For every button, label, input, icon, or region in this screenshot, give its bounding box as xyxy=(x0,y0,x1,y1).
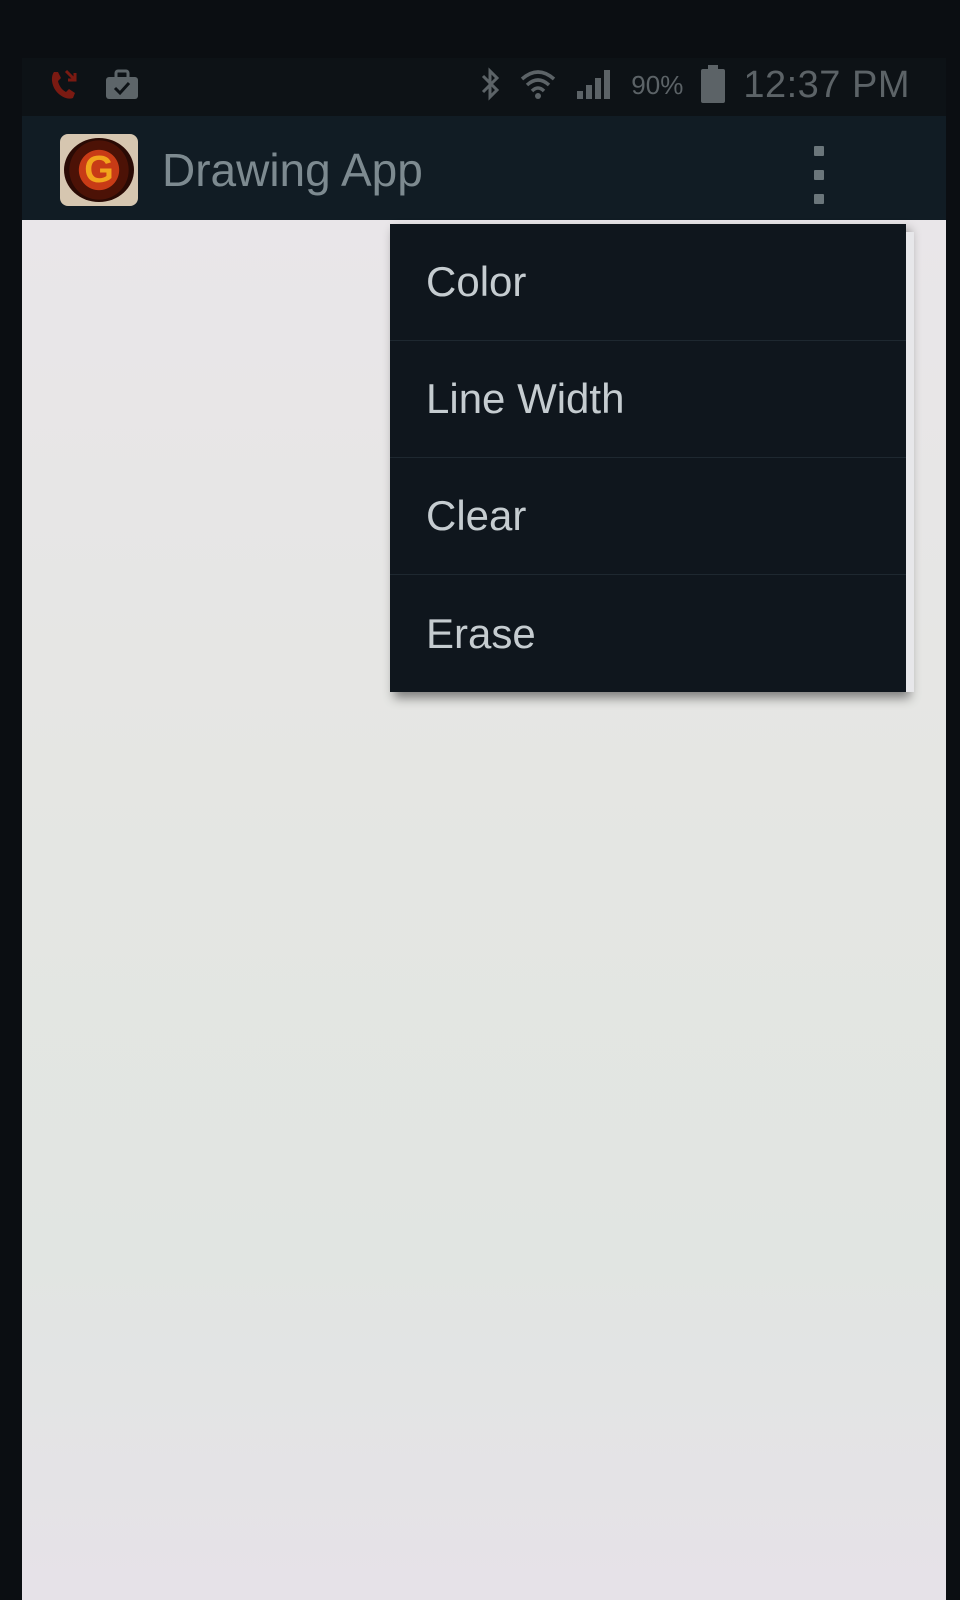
status-time: 12:37 PM xyxy=(743,64,910,106)
action-bar: G Drawing App xyxy=(22,116,946,220)
screen: 90% 12:37 PM G Drawing App Color Line Wi… xyxy=(22,58,946,1600)
battery-icon xyxy=(701,64,726,103)
overflow-dropdown-menu: Color Line Width Clear Erase xyxy=(390,224,906,692)
app-logo-letter: G xyxy=(84,149,114,191)
status-bar: 90% 12:37 PM xyxy=(22,58,946,116)
overflow-menu-icon[interactable] xyxy=(804,146,834,204)
overflow-dot xyxy=(814,194,824,204)
signal-icon xyxy=(575,67,613,105)
wifi-icon xyxy=(519,67,557,105)
menu-item-color[interactable]: Color xyxy=(390,224,906,341)
battery-percent: 90% xyxy=(631,70,684,100)
status-right: 90% 12:37 PM xyxy=(479,64,910,107)
app-logo-icon[interactable]: G xyxy=(60,134,138,206)
menu-item-erase[interactable]: Erase xyxy=(390,575,906,692)
overflow-dot xyxy=(814,170,824,180)
menu-item-label: Color xyxy=(426,258,527,305)
menu-item-label: Erase xyxy=(426,609,536,657)
bluetooth-icon xyxy=(479,66,501,105)
overflow-dot xyxy=(814,146,824,156)
phone-frame: 90% 12:37 PM G Drawing App Color Line Wi… xyxy=(0,0,960,1600)
missed-call-icon xyxy=(48,68,78,106)
menu-item-line-width[interactable]: Line Width xyxy=(390,341,906,458)
app-title: Drawing App xyxy=(162,144,423,196)
menu-edge-highlight xyxy=(906,232,914,692)
app-logo-ring: G xyxy=(64,138,134,202)
menu-item-label: Clear xyxy=(426,492,527,539)
briefcase-icon xyxy=(104,69,140,105)
menu-item-clear[interactable]: Clear xyxy=(390,458,906,575)
menu-item-label: Line Width xyxy=(426,375,625,422)
status-left xyxy=(48,68,140,106)
